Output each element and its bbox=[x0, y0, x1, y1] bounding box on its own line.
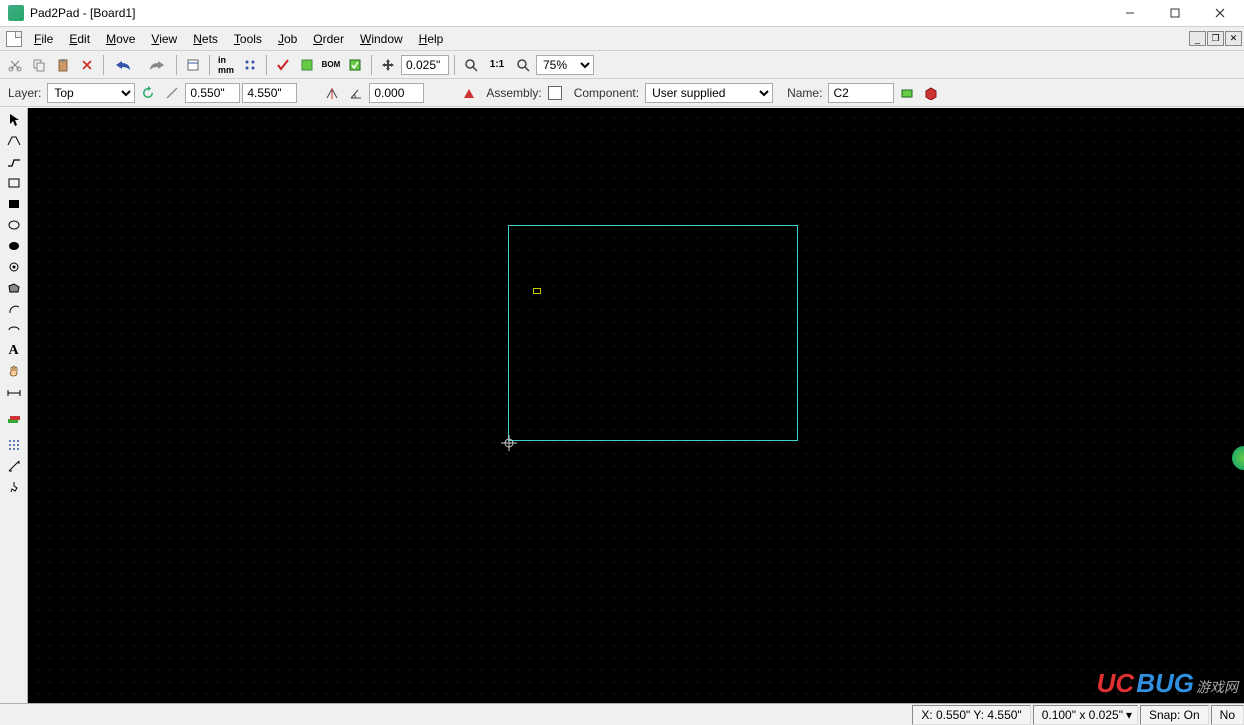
canvas[interactable]: UCBUG游戏网 .com bbox=[28, 108, 1244, 703]
refresh-button[interactable] bbox=[137, 82, 159, 104]
status-size-dropdown[interactable]: ▾ bbox=[1123, 708, 1135, 722]
filled-rect-tool[interactable] bbox=[2, 194, 26, 214]
coord-x-input[interactable] bbox=[185, 83, 240, 103]
status-mode: No bbox=[1211, 705, 1244, 725]
name-input[interactable] bbox=[828, 83, 894, 103]
menu-file[interactable]: File bbox=[26, 30, 61, 48]
line-tool[interactable] bbox=[2, 152, 26, 172]
component-label: Component: bbox=[570, 86, 643, 100]
coord-y-input[interactable] bbox=[242, 83, 297, 103]
angle-icon bbox=[345, 82, 367, 104]
status-size: 0.100" x 0.025" bbox=[1042, 708, 1123, 722]
mirror-button[interactable] bbox=[321, 82, 343, 104]
grid-button[interactable] bbox=[2, 435, 26, 455]
zoom-actual-button[interactable]: 1:1 bbox=[484, 54, 510, 76]
zoom-fit-button[interactable] bbox=[460, 54, 482, 76]
mdi-restore-button[interactable]: ❐ bbox=[1207, 31, 1224, 46]
properties-button[interactable] bbox=[182, 54, 204, 76]
status-size-panel: 0.100" x 0.025" ▾ bbox=[1033, 705, 1138, 725]
polygon-tool[interactable] bbox=[2, 278, 26, 298]
workspace: A UCBUG游戏网 .com bbox=[0, 108, 1244, 703]
assembly-checkbox[interactable] bbox=[548, 86, 562, 100]
zoom-select[interactable]: 75% bbox=[536, 55, 594, 75]
menu-order[interactable]: Order bbox=[305, 30, 352, 48]
menu-window[interactable]: Window bbox=[352, 30, 411, 48]
grid-step-input[interactable] bbox=[401, 55, 449, 75]
rectangle-tool[interactable] bbox=[2, 173, 26, 193]
name-label: Name: bbox=[783, 86, 826, 100]
board-outline[interactable] bbox=[508, 225, 798, 441]
menu-edit[interactable]: Edit bbox=[61, 30, 98, 48]
select-tool[interactable] bbox=[2, 110, 26, 130]
package-button[interactable] bbox=[896, 82, 918, 104]
component-c2[interactable] bbox=[533, 288, 541, 294]
title-bar: Pad2Pad - [Board1] bbox=[0, 0, 1244, 27]
menu-view[interactable]: View bbox=[143, 30, 185, 48]
cut-button[interactable] bbox=[4, 54, 26, 76]
dimension-tool[interactable] bbox=[2, 383, 26, 403]
arc2-tool[interactable] bbox=[2, 320, 26, 340]
close-button[interactable] bbox=[1197, 0, 1242, 27]
check-button[interactable] bbox=[272, 54, 294, 76]
menu-tools[interactable]: Tools bbox=[226, 30, 270, 48]
layers-button[interactable] bbox=[2, 409, 26, 429]
probe-tool[interactable] bbox=[2, 477, 26, 497]
pan-tool[interactable] bbox=[2, 362, 26, 382]
app-icon bbox=[8, 5, 24, 21]
copy-button[interactable] bbox=[28, 54, 50, 76]
paste-button[interactable] bbox=[52, 54, 74, 76]
menu-move[interactable]: Move bbox=[98, 30, 143, 48]
trace-tool[interactable] bbox=[2, 131, 26, 151]
text-tool[interactable]: A bbox=[2, 341, 26, 361]
status-bar: X: 0.550" Y: 4.550" 0.100" x 0.025" ▾ Sn… bbox=[0, 703, 1244, 725]
redo-button[interactable] bbox=[141, 54, 171, 76]
drc-button[interactable] bbox=[344, 54, 366, 76]
origin-marker bbox=[503, 437, 515, 449]
measure-tool[interactable] bbox=[2, 456, 26, 476]
angle-input[interactable] bbox=[369, 83, 424, 103]
move-button[interactable] bbox=[377, 54, 399, 76]
main-toolbar: inmm BOM 1:1 75% bbox=[0, 51, 1244, 79]
minimize-button[interactable] bbox=[1107, 0, 1152, 27]
arc-tool[interactable] bbox=[2, 299, 26, 319]
component-select[interactable]: User supplied bbox=[645, 83, 773, 103]
assembly-icon bbox=[458, 82, 480, 104]
board-button[interactable] bbox=[296, 54, 318, 76]
property-toolbar: Layer: Top Assembly: Component: User sup… bbox=[0, 79, 1244, 107]
units-inch-button[interactable]: inmm bbox=[215, 54, 237, 76]
assembly-label: Assembly: bbox=[482, 86, 545, 100]
mdi-minimize-button[interactable]: _ bbox=[1189, 31, 1206, 46]
document-icon bbox=[6, 31, 22, 47]
tool-palette: A bbox=[0, 108, 28, 703]
undo-button[interactable] bbox=[109, 54, 139, 76]
zoom-button[interactable] bbox=[512, 54, 534, 76]
window-title: Pad2Pad - [Board1] bbox=[30, 6, 1107, 20]
layer-label: Layer: bbox=[4, 86, 45, 100]
layer-select[interactable]: Top bbox=[47, 83, 135, 103]
filled-ellipse-tool[interactable] bbox=[2, 236, 26, 256]
menu-help[interactable]: Help bbox=[411, 30, 452, 48]
snap-settings-button[interactable] bbox=[239, 54, 261, 76]
pad-tool[interactable] bbox=[2, 257, 26, 277]
mdi-close-button[interactable]: ✕ bbox=[1225, 31, 1242, 46]
ellipse-tool[interactable] bbox=[2, 215, 26, 235]
delete-button[interactable] bbox=[76, 54, 98, 76]
menu-bar: File Edit Move View Nets Tools Job Order… bbox=[0, 27, 1244, 51]
menu-nets[interactable]: Nets bbox=[185, 30, 226, 48]
maximize-button[interactable] bbox=[1152, 0, 1197, 27]
bom-button[interactable]: BOM bbox=[320, 54, 342, 76]
dimension-icon bbox=[161, 82, 183, 104]
menu-job[interactable]: Job bbox=[270, 30, 305, 48]
library-button[interactable] bbox=[920, 82, 942, 104]
status-xy: X: 0.550" Y: 4.550" bbox=[912, 705, 1030, 725]
status-snap[interactable]: Snap: On bbox=[1140, 705, 1209, 725]
